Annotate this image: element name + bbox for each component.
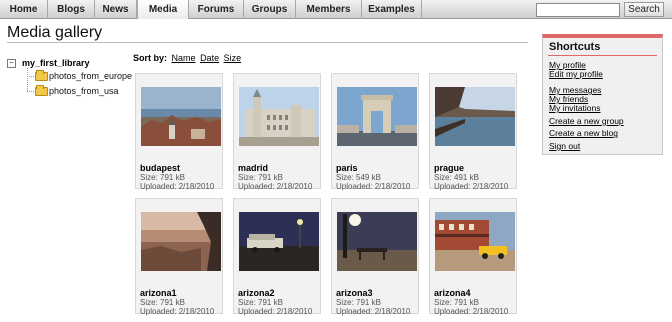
media-size: Size: 791 kB: [336, 298, 381, 307]
link-sign-out[interactable]: Sign out: [549, 141, 580, 151]
shortcuts-divider: [548, 55, 657, 56]
media-uploaded: Uploaded: 2/18/2010: [434, 307, 509, 316]
media-name[interactable]: arizona4: [434, 288, 471, 298]
tab-members[interactable]: Members: [296, 0, 362, 19]
tree-root-library[interactable]: my_first_library: [22, 58, 90, 68]
arizona2-thumbnail[interactable]: [239, 212, 319, 271]
media-name[interactable]: arizona1: [140, 288, 177, 298]
media-name[interactable]: madrid: [238, 163, 268, 173]
tab-groups[interactable]: Groups: [244, 0, 296, 19]
tab-blogs[interactable]: Blogs: [48, 0, 95, 19]
tab-home[interactable]: Home: [0, 0, 48, 19]
media-card-madrid[interactable]: madrid Size: 791 kB Uploaded: 2/18/2010: [233, 73, 321, 191]
media-uploaded: Uploaded: 2/18/2010: [434, 182, 509, 191]
link-create-new-blog[interactable]: Create a new blog: [549, 128, 618, 138]
media-card-arizona4[interactable]: arizona4 Size: 791 kB Uploaded: 2/18/201…: [429, 198, 517, 316]
media-size: Size: 491 kB: [434, 173, 479, 182]
media-uploaded: Uploaded: 2/18/2010: [336, 307, 411, 316]
budapest-thumbnail[interactable]: [141, 87, 221, 146]
link-create-new-group[interactable]: Create a new group: [549, 116, 624, 126]
folder-icon: [35, 70, 48, 81]
arizona4-thumbnail[interactable]: [435, 212, 515, 271]
tree-item-photos-from-europe[interactable]: photos_from_europe: [49, 71, 132, 81]
media-size: Size: 791 kB: [238, 298, 283, 307]
media-card-arizona2[interactable]: arizona2 Size: 791 kB Uploaded: 2/18/201…: [233, 198, 321, 316]
media-uploaded: Uploaded: 2/18/2010: [238, 182, 313, 191]
tree-item-photos-from-usa[interactable]: photos_from_usa: [49, 86, 119, 96]
media-name[interactable]: paris: [336, 163, 358, 173]
media-name[interactable]: budapest: [140, 163, 180, 173]
prague-thumbnail[interactable]: [435, 87, 515, 146]
search-input[interactable]: [536, 3, 620, 17]
sort-by-size-link[interactable]: Size: [224, 53, 242, 63]
link-my-invitations[interactable]: My invitations: [549, 103, 601, 113]
media-uploaded: Uploaded: 2/18/2010: [238, 307, 313, 316]
sort-by-name-link[interactable]: Name: [172, 53, 196, 63]
sort-by-date-link[interactable]: Date: [200, 53, 219, 63]
media-size: Size: 791 kB: [140, 298, 185, 307]
folder-icon: [35, 85, 48, 96]
media-card-budapest[interactable]: budapest Size: 791 kB Uploaded: 2/18/201…: [135, 73, 223, 191]
media-uploaded: Uploaded: 2/18/2010: [140, 307, 215, 316]
tree-connector: [27, 68, 28, 91]
media-uploaded: Uploaded: 2/18/2010: [140, 182, 215, 191]
media-size: Size: 791 kB: [238, 173, 283, 182]
tab-examples[interactable]: Examples: [362, 0, 422, 19]
media-size: Size: 549 kB: [336, 173, 381, 182]
shortcuts-title: Shortcuts: [549, 41, 601, 53]
media-card-arizona3[interactable]: arizona3 Size: 791 kB Uploaded: 2/18/201…: [331, 198, 419, 316]
media-uploaded: Uploaded: 2/18/2010: [336, 182, 411, 191]
sort-bar: Sort by: Name Date Size: [133, 53, 241, 63]
shortcuts-panel: Shortcuts My profile Edit my profile My …: [542, 34, 663, 155]
arizona3-thumbnail[interactable]: [337, 212, 417, 271]
media-size: Size: 791 kB: [140, 173, 185, 182]
search-button[interactable]: Search: [624, 2, 664, 17]
collapse-toggle-icon[interactable]: −: [7, 59, 16, 68]
media-card-prague[interactable]: prague Size: 491 kB Uploaded: 2/18/2010: [429, 73, 517, 191]
media-card-paris[interactable]: paris Size: 549 kB Uploaded: 2/18/2010: [331, 73, 419, 191]
tab-news[interactable]: News: [95, 0, 137, 19]
sort-label: Sort by:: [133, 53, 168, 63]
paris-thumbnail[interactable]: [337, 87, 417, 146]
media-size: Size: 791 kB: [434, 298, 479, 307]
madrid-thumbnail[interactable]: [239, 87, 319, 146]
media-card-arizona1[interactable]: arizona1 Size: 791 kB Uploaded: 2/18/201…: [135, 198, 223, 316]
top-nav-bar: Home Blogs News Media Forums Groups Memb…: [0, 0, 672, 19]
tab-media[interactable]: Media: [137, 0, 189, 19]
link-edit-my-profile[interactable]: Edit my profile: [549, 69, 603, 79]
media-name[interactable]: prague: [434, 163, 464, 173]
arizona1-thumbnail[interactable]: [141, 212, 221, 271]
page-title: Media gallery: [7, 24, 103, 41]
media-name[interactable]: arizona2: [238, 288, 275, 298]
title-divider: [7, 42, 528, 43]
media-name[interactable]: arizona3: [336, 288, 373, 298]
tab-forums[interactable]: Forums: [189, 0, 244, 19]
